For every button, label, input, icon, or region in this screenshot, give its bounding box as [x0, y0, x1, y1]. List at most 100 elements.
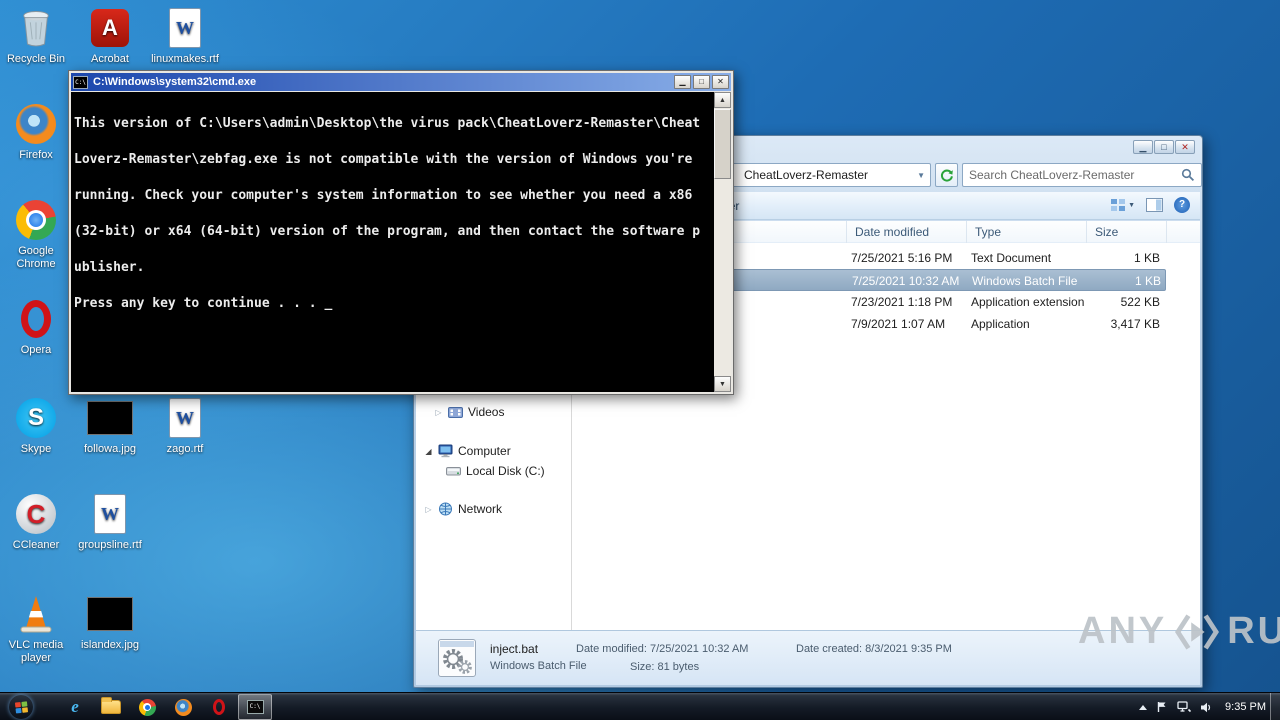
address-dropdown-icon[interactable]: ▼: [917, 171, 925, 180]
desktop-icon-islandex-jpg[interactable]: islandex.jpg: [74, 592, 146, 652]
file-date-modified: 7/25/2021 10:32 AM: [852, 274, 960, 288]
start-button[interactable]: [9, 695, 33, 719]
sidebar-item-network[interactable]: ▷ Network: [424, 500, 502, 518]
file-size: 1 KB: [1133, 251, 1160, 265]
refresh-button[interactable]: [935, 163, 958, 187]
desktop-icon-groupsline-rtf[interactable]: W groupsline.rtf: [74, 492, 146, 552]
rtf-document-icon: W: [149, 396, 221, 440]
desktop-icon-label: islandex.jpg: [80, 639, 140, 651]
close-button[interactable]: ✕: [712, 75, 729, 89]
console-line: This version of C:\Users\admin\Desktop\t…: [74, 116, 701, 131]
cmd-window-title: C:\Windows\system32\cmd.exe: [93, 76, 257, 88]
desktop-icon-zago-rtf[interactable]: W zago.rtf: [149, 396, 221, 456]
ccleaner-icon: C: [0, 492, 72, 536]
file-type: Windows Batch File: [972, 274, 1078, 288]
opera-icon: [213, 699, 225, 715]
sidebar-item-label: Computer: [458, 444, 511, 458]
sidebar-item-local-disk-c[interactable]: Local Disk (C:): [446, 462, 545, 480]
taskbar-button-opera[interactable]: [202, 694, 236, 720]
desktop-icon-google-chrome[interactable]: Google Chrome: [0, 198, 72, 271]
anyrun-play-logo-icon: [1175, 613, 1220, 650]
desktop-icon-recycle-bin[interactable]: Recycle Bin: [0, 6, 72, 66]
taskbar-button-firefox[interactable]: [166, 694, 200, 720]
column-header-size[interactable]: Size: [1086, 221, 1166, 243]
views-icon: [1111, 199, 1126, 211]
taskbar-clock[interactable]: 9:35 PM: [1221, 701, 1266, 713]
desktop-icon-vlc[interactable]: VLC media player: [0, 592, 72, 665]
cmd-console[interactable]: This version of C:\Users\admin\Desktop\t…: [71, 92, 731, 392]
action-center-flag-icon[interactable]: [1156, 701, 1168, 713]
scrollbar-thumb[interactable]: [714, 109, 731, 179]
sidebar-item-label: Videos: [468, 405, 505, 419]
internet-explorer-icon: e: [71, 697, 79, 716]
change-view-button[interactable]: ▼: [1110, 198, 1135, 212]
expand-arrow-icon[interactable]: ▷: [424, 505, 433, 514]
firefox-icon: [0, 102, 72, 146]
maximize-button[interactable]: □: [1154, 140, 1174, 154]
scroll-down-icon[interactable]: ▼: [714, 376, 731, 392]
expand-arrow-icon[interactable]: ▷: [434, 408, 443, 417]
desktop-icon-acrobat[interactable]: A Acrobat: [74, 6, 146, 66]
maximize-button[interactable]: □: [693, 75, 710, 89]
desktop-icon-label: Firefox: [19, 149, 53, 161]
preview-pane-button[interactable]: [1146, 198, 1163, 212]
opera-icon: [0, 297, 72, 341]
desktop-icon-ccleaner[interactable]: C CCleaner: [0, 492, 72, 552]
desktop-icon-label: zago.rtf: [166, 443, 204, 455]
desktop-icon-firefox[interactable]: Firefox: [0, 102, 72, 162]
desktop-icon-label: Acrobat: [91, 53, 129, 65]
search-icon[interactable]: [1181, 168, 1195, 182]
desktop-icon-skype[interactable]: S Skype: [0, 396, 72, 456]
chrome-icon: [138, 698, 156, 716]
taskbar-button-command-prompt[interactable]: C:\: [238, 694, 272, 720]
show-hidden-icons-button[interactable]: [1139, 704, 1148, 710]
image-thumbnail-icon: [74, 396, 146, 440]
console-line: Press any key to continue . . . _: [74, 296, 333, 311]
search-placeholder: Search CheatLoverz-Remaster: [969, 168, 1135, 182]
refresh-icon: [940, 169, 953, 182]
network-icon[interactable]: [1177, 701, 1192, 713]
details-date-modified: Date modified: 7/25/2021 10:32 AM: [576, 643, 749, 655]
console-line: (32-bit) or x64 (64-bit) version of the …: [74, 224, 701, 239]
console-line: Loverz-Remaster\zebfag.exe is not compat…: [74, 152, 693, 167]
acrobat-icon: A: [74, 6, 146, 50]
volume-icon[interactable]: [1200, 702, 1212, 713]
details-file-type: Windows Batch File: [490, 660, 587, 672]
taskbar-button-google-chrome[interactable]: [130, 694, 164, 720]
desktop-icon-opera[interactable]: Opera: [0, 297, 72, 357]
column-header-type[interactable]: Type: [966, 221, 1086, 243]
chrome-icon: [0, 198, 72, 242]
taskbar-button-windows-explorer[interactable]: [94, 694, 128, 720]
minimize-button[interactable]: ▁: [1133, 140, 1153, 154]
desktop-icon-linuxmakes-rtf[interactable]: W linuxmakes.rtf: [149, 6, 221, 66]
sidebar-item-label: Local Disk (C:): [466, 464, 545, 478]
show-desktop-button[interactable]: [1270, 693, 1280, 720]
desktop-icon-label: CCleaner: [12, 539, 60, 551]
desktop-icon-followa-jpg[interactable]: followa.jpg: [74, 396, 146, 456]
folder-icon: [101, 697, 121, 714]
column-header-date-modified[interactable]: Date modified: [846, 221, 966, 243]
taskbar-buttons: e C:\: [58, 694, 272, 720]
system-tray: 9:35 PM: [1139, 693, 1266, 720]
desktop-icon-label: groupsline.rtf: [78, 539, 142, 551]
sidebar-item-videos[interactable]: ▷ Videos: [434, 403, 504, 421]
search-box[interactable]: Search CheatLoverz-Remaster: [962, 163, 1202, 187]
minimize-button[interactable]: ▁: [674, 75, 691, 89]
console-scrollbar[interactable]: ▲ ▼: [714, 92, 731, 392]
scroll-up-icon[interactable]: ▲: [714, 92, 731, 108]
help-button[interactable]: ?: [1174, 197, 1190, 213]
details-file-name: inject.bat: [490, 642, 539, 656]
skype-icon: S: [0, 396, 72, 440]
collapse-arrow-icon[interactable]: ◢: [424, 447, 433, 456]
file-size: 1 KB: [1134, 274, 1161, 288]
sidebar-item-computer[interactable]: ◢ Computer: [424, 442, 511, 460]
file-date-modified: 7/25/2021 5:16 PM: [851, 251, 953, 265]
cmd-titlebar[interactable]: C:\ C:\Windows\system32\cmd.exe ▁ □ ✕: [71, 73, 731, 91]
cmd-icon: C:\: [246, 700, 264, 714]
file-type: Application extension: [971, 295, 1085, 309]
breadcrumb[interactable]: CheatLoverz-Remaster: [744, 168, 868, 182]
file-date-modified: 7/23/2021 1:18 PM: [851, 295, 953, 309]
close-button[interactable]: ✕: [1175, 140, 1195, 154]
taskbar-button-internet-explorer[interactable]: e: [58, 694, 92, 720]
file-size: 522 KB: [1120, 295, 1160, 309]
